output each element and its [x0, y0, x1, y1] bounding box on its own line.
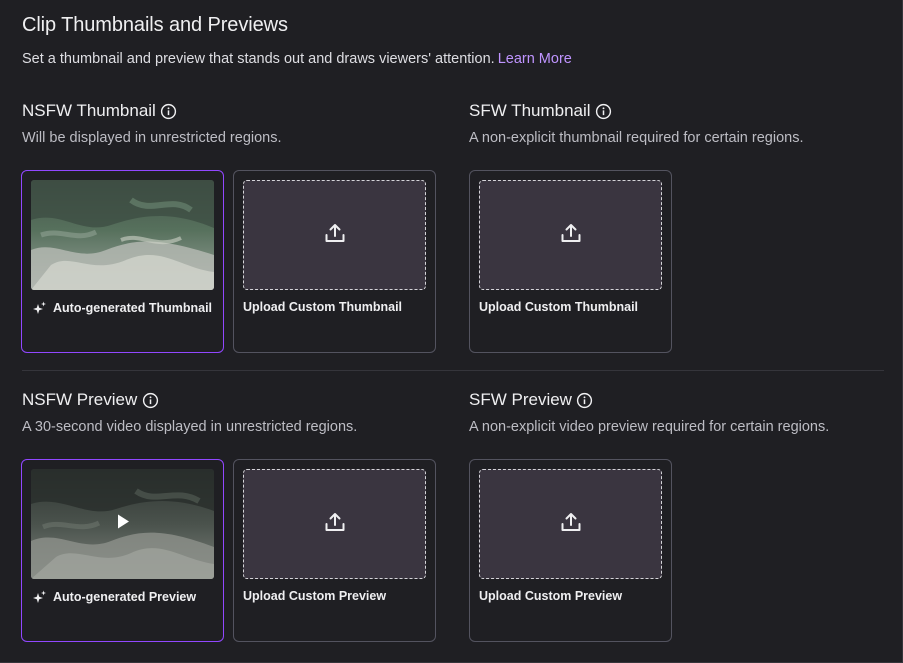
- info-icon[interactable]: [595, 102, 613, 120]
- nsfw-thumbnail-title: NSFW Thumbnail: [22, 101, 156, 120]
- upload-icon: [323, 510, 347, 539]
- page-description: Set a thumbnail and preview that stands …: [22, 51, 572, 67]
- upload-thumbnail-label: Upload Custom Thumbnail: [243, 300, 403, 314]
- auto-thumbnail-image: [31, 180, 214, 290]
- upload-sfw-thumbnail-label: Upload Custom Thumbnail: [479, 300, 639, 314]
- info-icon[interactable]: [576, 391, 594, 409]
- auto-thumbnail-label: Auto-generated Thumbnail: [31, 300, 212, 316]
- page-title: Clip Thumbnails and Previews: [22, 14, 288, 36]
- upload-sfw-preview-label: Upload Custom Preview: [479, 589, 623, 603]
- clip-thumbnails-panel: Clip Thumbnails and Previews Set a thumb…: [0, 0, 903, 663]
- upload-icon: [559, 221, 583, 250]
- sfw-preview-subtitle: A non-explicit video preview required fo…: [469, 419, 830, 435]
- upload-custom-thumbnail-card[interactable]: Upload Custom Thumbnail: [233, 170, 436, 353]
- nsfw-thumbnail-section: NSFW Thumbnail Will be displayed in unre…: [22, 100, 282, 146]
- upload-icon: [323, 221, 347, 250]
- upload-sfw-thumbnail-card[interactable]: Upload Custom Thumbnail: [469, 170, 672, 353]
- play-icon[interactable]: [116, 514, 130, 535]
- description-text: Set a thumbnail and preview that stands …: [22, 51, 495, 67]
- upload-sfw-preview-card[interactable]: Upload Custom Preview: [469, 459, 672, 642]
- upload-dropzone[interactable]: [243, 180, 426, 290]
- sfw-thumbnail-section: SFW Thumbnail A non-explicit thumbnail r…: [469, 100, 803, 146]
- auto-preview-label: Auto-generated Preview: [31, 589, 196, 605]
- nsfw-preview-subtitle: A 30-second video displayed in unrestric…: [22, 419, 358, 435]
- auto-generated-thumbnail-card[interactable]: Auto-generated Thumbnail: [21, 170, 224, 353]
- sparkle-icon: [31, 300, 47, 316]
- upload-dropzone[interactable]: [243, 469, 426, 579]
- nsfw-preview-title: NSFW Preview: [22, 390, 138, 409]
- upload-custom-preview-card[interactable]: Upload Custom Preview: [233, 459, 436, 642]
- sfw-preview-title: SFW Preview: [469, 390, 572, 409]
- sfw-thumbnail-subtitle: A non-explicit thumbnail required for ce…: [469, 130, 804, 146]
- auto-generated-preview-card[interactable]: Auto-generated Preview: [21, 459, 224, 642]
- learn-more-link[interactable]: Learn More: [498, 51, 572, 67]
- auto-preview-video[interactable]: [31, 469, 214, 579]
- sfw-preview-section: SFW Preview A non-explicit video preview…: [469, 389, 829, 435]
- upload-preview-label: Upload Custom Preview: [243, 589, 387, 603]
- nsfw-preview-section: NSFW Preview A 30-second video displayed…: [22, 389, 357, 435]
- info-icon[interactable]: [141, 391, 159, 409]
- upload-dropzone[interactable]: [479, 180, 662, 290]
- upload-icon: [559, 510, 583, 539]
- sparkle-icon: [31, 589, 47, 605]
- sfw-thumbnail-title: SFW Thumbnail: [469, 101, 591, 120]
- info-icon[interactable]: [160, 102, 178, 120]
- upload-dropzone[interactable]: [479, 469, 662, 579]
- section-divider: [22, 370, 884, 371]
- nsfw-thumbnail-subtitle: Will be displayed in unrestricted region…: [22, 130, 282, 146]
